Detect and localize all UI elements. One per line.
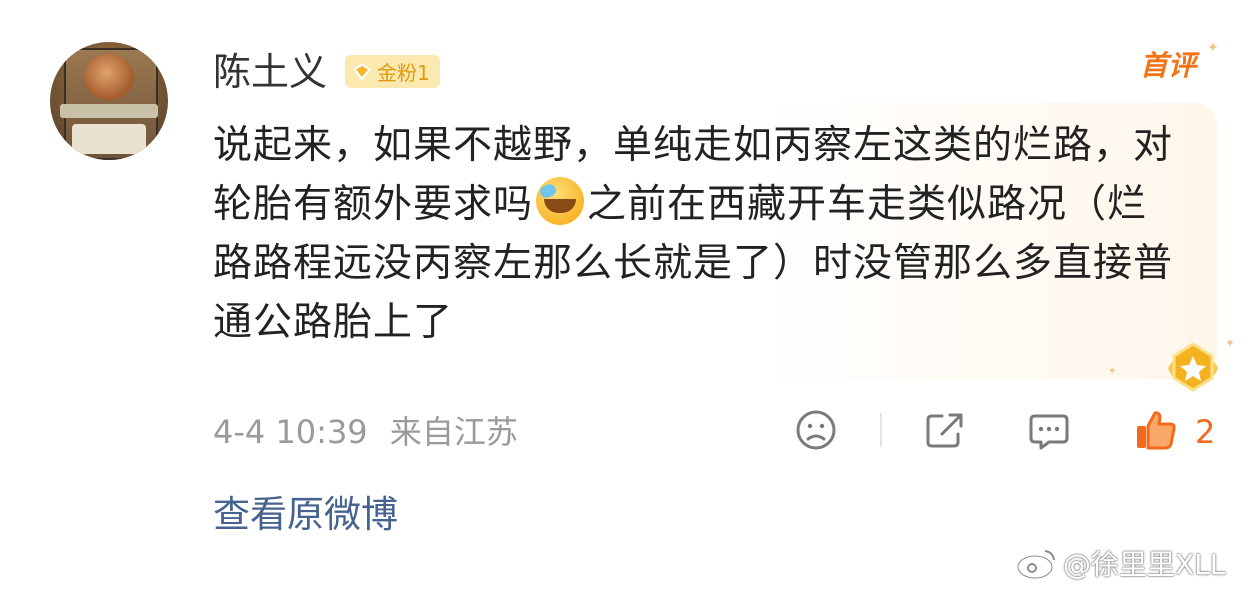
action-divider <box>880 413 882 447</box>
like-thumbs-up-icon[interactable] <box>1133 408 1177 452</box>
avatar-plate-art <box>72 124 146 154</box>
comment-icon[interactable] <box>1027 408 1071 452</box>
watermark-text: @徐里里XLL <box>1063 548 1226 581</box>
diamond-icon <box>353 62 371 81</box>
avatar[interactable] <box>50 42 168 160</box>
sparkle-icon: ✦ <box>1225 336 1236 350</box>
like-count: 2 <box>1195 413 1216 451</box>
avatar-banner-art <box>60 104 158 118</box>
sad-face-icon[interactable] <box>794 408 838 452</box>
first-comment-tag: 首评 <box>1140 49 1197 82</box>
share-icon[interactable] <box>922 408 966 452</box>
weibo-logo-icon <box>1016 550 1055 580</box>
comment-location: 来自江苏 <box>389 413 518 451</box>
sparkle-icon: ✦ <box>1108 366 1117 377</box>
sparkle-icon: ✦ <box>1207 40 1219 56</box>
medal-icon <box>1168 342 1218 392</box>
laughing-crying-emoji-icon <box>536 177 585 225</box>
avatar-monkey-art <box>84 54 134 100</box>
fan-badge-label: 金粉1 <box>377 61 430 85</box>
fan-badge[interactable]: 金粉1 <box>345 55 440 88</box>
author-name[interactable]: 陈土义 <box>213 48 327 96</box>
comment-text[interactable]: 说起来，如果不越野，单纯走如丙察左这类的烂路，对轮胎有额外要求吗 之前在西藏开车走… <box>213 116 1183 352</box>
comment-timestamp: 4-4 10:39 <box>213 413 368 451</box>
comment-meta: 4-4 10:39 来自江苏 <box>213 410 518 454</box>
view-original-link[interactable]: 查看原微博 <box>213 491 398 539</box>
watermark: @徐里里XLL <box>1015 543 1225 583</box>
